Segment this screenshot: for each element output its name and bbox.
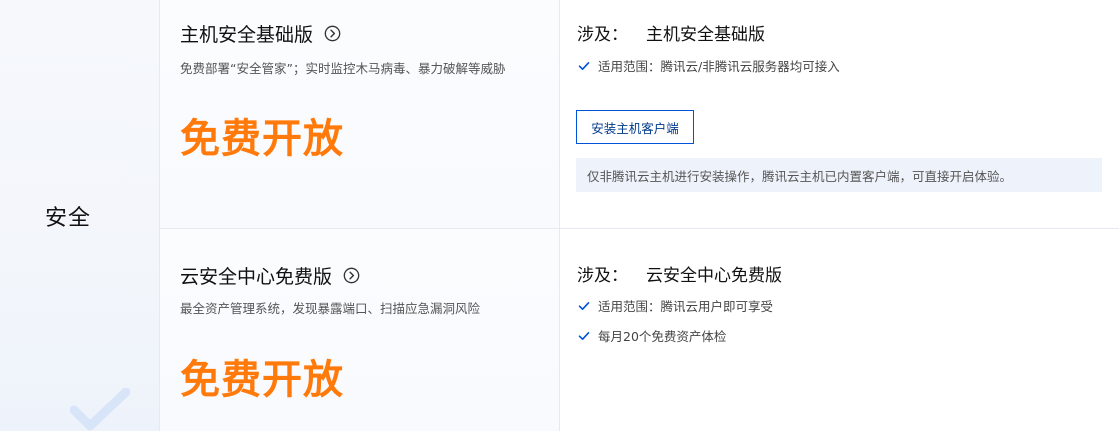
- chevron-right-circle-icon[interactable]: [324, 25, 341, 42]
- scope-prefix: 涉及：: [577, 25, 628, 45]
- product-title[interactable]: 主机安全基础版: [180, 20, 313, 47]
- scope-heading: 涉及： 主机安全基础版: [577, 20, 765, 45]
- scope-product: 云安全中心免费版: [646, 266, 782, 286]
- product-description: 免费部署“安全管家”；实时监控木马病毒、暴力破解等威胁: [180, 61, 506, 76]
- price-label: 免费开放: [180, 357, 344, 403]
- check-icon: [578, 301, 590, 310]
- product-cell-host-security: 主机安全基础版 免费部署“安全管家”；实时监控木马病毒、暴力破解等威胁 免费开放: [160, 0, 559, 228]
- product-title-row[interactable]: 主机安全基础版: [180, 20, 341, 47]
- scope-heading: 涉及： 云安全中心免费版: [577, 261, 782, 286]
- check-text: 每月20个免费资产体检: [598, 329, 727, 344]
- check-list-item: 每月20个免费资产体检: [578, 326, 726, 345]
- scope-cell-host-security: 涉及： 主机安全基础版 适用范围：腾讯云/非腾讯云服务器均可接入 安装主机客户端 …: [560, 0, 1119, 228]
- category-label: 安全: [45, 206, 92, 231]
- check-watermark-icon: [70, 388, 130, 431]
- price-label: 免费开放: [180, 116, 344, 162]
- product-title-row[interactable]: 云安全中心免费版: [180, 262, 360, 289]
- scope-prefix: 涉及：: [577, 266, 628, 286]
- check-text: 适用范围：腾讯云用户即可享受: [598, 299, 774, 314]
- chevron-right-circle-icon[interactable]: [343, 267, 360, 284]
- category-column: 安全: [0, 0, 160, 431]
- check-icon: [578, 61, 590, 70]
- check-icon: [578, 331, 590, 340]
- product-cell-cloud-security-center: 云安全中心免费版 最全资产管理系统，发现暴露端口、扫描应急漏洞风险 免费开放: [160, 229, 559, 431]
- product-description: 最全资产管理系统，发现暴露端口、扫描应急漏洞风险: [180, 301, 481, 316]
- product-title[interactable]: 云安全中心免费版: [180, 262, 332, 289]
- check-list-item: 适用范围：腾讯云/非腾讯云服务器均可接入: [578, 56, 840, 75]
- install-note: 仅非腾讯云主机进行安装操作，腾讯云主机已内置客户端，可直接开启体验。: [576, 158, 1102, 192]
- scope-product: 主机安全基础版: [646, 25, 765, 45]
- check-text: 适用范围：腾讯云/非腾讯云服务器均可接入: [598, 59, 840, 74]
- install-client-button[interactable]: 安装主机客户端: [576, 110, 694, 144]
- check-list-item: 适用范围：腾讯云用户即可享受: [578, 296, 773, 315]
- scope-cell-cloud-security-center: 涉及： 云安全中心免费版 适用范围：腾讯云用户即可享受 每月20个免费资产体检: [560, 229, 1119, 431]
